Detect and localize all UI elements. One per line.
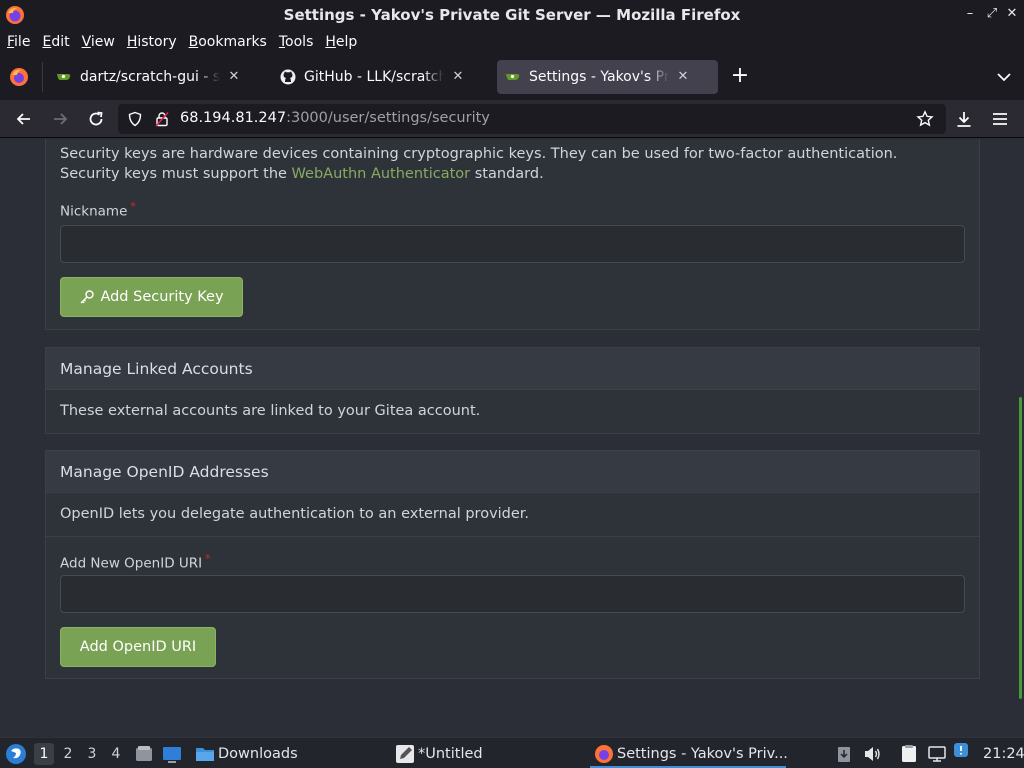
start-menu-icon[interactable] [5,743,27,765]
taskbar-firefox-settings[interactable]: Settings - Yakov's Priv... [594,738,788,768]
url-text[interactable]: 68.194.81.247:3000/user/settings/securit… [180,110,490,126]
downloads-icon[interactable] [953,108,975,130]
workspace-3[interactable]: 3 [82,743,102,765]
menu-bookmarks[interactable]: Bookmarks [188,34,268,50]
menu-help[interactable]: Help [324,34,358,50]
tab-label: GitHub - LLK/scratch-gui [304,69,444,85]
window-title: Settings - Yakov's Private Git Server — … [283,6,741,24]
security-keys-segment: Security keys are hardware devices conta… [45,139,980,330]
shield-icon[interactable] [127,111,143,127]
tab-label: dartz/scratch-gui - scratch-gui [80,69,220,85]
tab-settings-active[interactable]: Settings - Yakov's Private Git Server ✕ [497,60,718,94]
menu-edit[interactable]: Edit [41,34,70,50]
firefox-view-icon[interactable] [8,66,30,88]
linked-accounts-title: Manage Linked Accounts [46,348,979,390]
close-tab-icon[interactable]: ✕ [675,69,691,85]
security-keys-description: Security keys are hardware devices conta… [60,146,898,182]
folder-icon [196,747,214,761]
add-openid-uri-button[interactable]: Add OpenID URI [60,627,216,667]
file-manager-icon[interactable] [134,744,154,764]
workspace-4[interactable]: 4 [106,743,126,765]
webauthn-link[interactable]: WebAuthn Authenticator [292,166,471,182]
workspace-1[interactable]: 1 [34,743,54,765]
minimize-icon[interactable]: – [962,6,978,22]
navigation-bar: 68.194.81.247:3000/user/settings/securit… [0,100,1024,138]
nickname-label: Nickname * [60,200,136,220]
openid-uri-label: Add New OpenID URI * [60,552,211,572]
forward-icon[interactable] [49,108,71,130]
update-notification-icon[interactable] [953,742,969,758]
taskbar-editor-untitled[interactable]: *Untitled [395,738,483,768]
reload-icon[interactable] [85,108,107,130]
clock[interactable]: 21:24 [983,738,1024,768]
volume-icon[interactable] [862,744,882,764]
hamburger-menu-icon[interactable] [989,108,1011,130]
menu-file[interactable]: File [6,34,31,50]
page-scrollbar[interactable] [1019,397,1022,699]
firefox-icon [595,744,613,763]
url-bar[interactable]: 68.194.81.247:3000/user/settings/securit… [118,104,946,134]
new-tab-icon[interactable]: + [729,65,751,88]
nickname-input[interactable] [60,225,965,263]
required-mark: * [130,200,136,213]
linked-accounts-description: These external accounts are linked to yo… [60,403,481,419]
close-tab-icon[interactable]: ✕ [226,69,242,85]
back-icon[interactable] [13,108,35,130]
tab-label: Settings - Yakov's Private Git Server [529,69,669,85]
tab-scratch-gui-gitea[interactable]: dartz/scratch-gui - scratch-gui ✕ [48,60,266,94]
bookmark-star-icon[interactable] [916,110,934,128]
url-host: 68.194.81.247 [180,110,287,126]
openid-segment: Manage OpenID Addresses OpenID lets you … [45,450,980,679]
openid-divider [46,536,979,537]
close-tab-icon[interactable]: ✕ [450,69,466,85]
gitea-icon [57,74,71,80]
menu-view[interactable]: View [81,34,116,50]
required-mark: * [205,552,211,565]
menu-tools[interactable]: Tools [278,34,315,50]
taskbar: 1 2 3 4 Downloads *Untitled Settings - Y… [0,737,1024,768]
clipboard-icon[interactable] [834,744,854,764]
url-path: :3000/user/settings/security [286,110,490,126]
network-icon[interactable] [927,744,947,764]
firefox-icon [6,6,24,24]
close-icon[interactable]: ✕ [1004,6,1020,22]
key-icon [80,290,95,304]
notes-icon[interactable] [899,744,919,764]
add-security-key-button[interactable]: Add Security Key [60,277,243,317]
insecure-lock-icon[interactable] [154,111,170,127]
linked-accounts-segment: Manage Linked Accounts These external ac… [45,347,980,434]
openid-uri-input[interactable] [60,575,965,613]
taskbar-downloads[interactable]: Downloads [195,738,298,768]
menu-bar: File Edit View History Bookmarks Tools H… [0,30,1024,54]
openid-description: OpenID lets you delegate authentication … [60,506,530,522]
restore-icon[interactable]: ⤢ [984,6,1000,22]
tab-separator [42,62,43,92]
gitea-icon [506,74,520,80]
tab-strip: dartz/scratch-gui - scratch-gui ✕ GitHub… [0,54,1024,100]
show-desktop-icon[interactable] [162,744,182,764]
chevron-down-icon[interactable] [994,66,1014,88]
text-editor-icon [396,744,414,763]
page-viewport[interactable]: Security keys are hardware devices conta… [0,139,1024,737]
openid-title: Manage OpenID Addresses [46,451,979,493]
window-titlebar: Settings - Yakov's Private Git Server — … [0,0,1024,30]
workspace-2[interactable]: 2 [58,743,78,765]
menu-history[interactable]: History [126,34,178,50]
github-icon [280,69,296,85]
tab-github-scratch-gui[interactable]: GitHub - LLK/scratch-gui ✕ [272,60,490,94]
